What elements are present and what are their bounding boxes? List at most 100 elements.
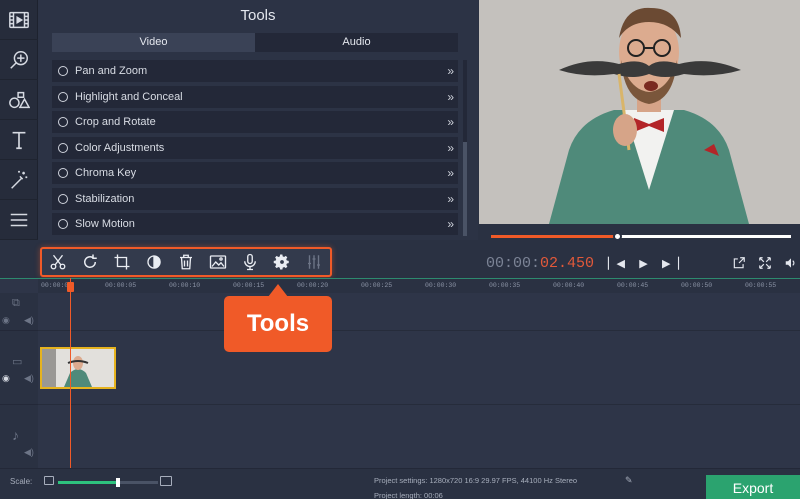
delete-button[interactable] xyxy=(170,249,202,275)
scale-slider-fill xyxy=(58,481,118,484)
project-length: Project length: 00:06 xyxy=(374,491,443,499)
rotate-button[interactable] xyxy=(74,249,106,275)
tab-audio[interactable]: Audio xyxy=(255,33,458,52)
scale-slider[interactable] xyxy=(58,478,158,487)
stickers-button[interactable] xyxy=(0,80,38,120)
clip-properties-button[interactable] xyxy=(266,249,298,275)
playhead[interactable] xyxy=(70,278,71,468)
ruler-tick-label: 00:00:10 xyxy=(169,282,201,289)
track-header-video: ▭ ◉ ◀) xyxy=(0,331,38,405)
eye-icon[interactable]: ◉ xyxy=(2,315,10,326)
transport-controls: ▏◀ ▶ ▶▕ xyxy=(605,253,682,273)
ruler-tick-label: 00:00:30 xyxy=(425,282,457,289)
list-item-chroma[interactable]: Chroma Key » xyxy=(52,162,458,184)
track-header-overlay: ⧉ ◉ ◀) xyxy=(0,293,38,331)
detach-preview-button[interactable] xyxy=(728,253,750,273)
fullscreen-button[interactable] xyxy=(754,253,776,273)
chevron-right-double-icon: » xyxy=(447,166,454,180)
previous-frame-button[interactable]: ▏◀ xyxy=(605,253,628,273)
crop-button[interactable] xyxy=(106,249,138,275)
timecode-elapsed-seconds: 02.450 xyxy=(540,255,595,272)
list-item-slow-motion[interactable]: Slow Motion » xyxy=(52,213,458,235)
ruler-tick-label: 00:00:15 xyxy=(233,282,265,289)
color-adjust-icon xyxy=(147,255,161,269)
toolbar-row: 00:00:02.450 ▏◀ ▶ ▶▕ xyxy=(0,244,800,278)
list-item-label: Crop and Rotate xyxy=(75,116,156,128)
eye-icon[interactable]: ◉ xyxy=(2,373,10,384)
scale-slider-knob[interactable] xyxy=(116,478,120,487)
tools-panel: Tools Video Audio Pan and Zoom » Highligh… xyxy=(38,0,478,240)
playback-knob[interactable] xyxy=(613,232,622,241)
filters-button[interactable] xyxy=(0,40,38,80)
track-header-audio: ♪ ◀) xyxy=(0,405,38,469)
zoom-plus-icon xyxy=(10,50,28,69)
fullscreen-icon xyxy=(759,257,771,269)
speaker-icon[interactable]: ◀) xyxy=(24,373,34,384)
playhead-handle[interactable] xyxy=(67,282,74,292)
titles-button[interactable] xyxy=(0,120,38,160)
play-button[interactable]: ▶ xyxy=(632,253,655,273)
export-button[interactable]: Export xyxy=(706,475,800,499)
trash-icon xyxy=(180,254,192,270)
edit-toolbar xyxy=(40,247,332,277)
rotate-icon xyxy=(84,254,97,268)
chevron-right-double-icon: » xyxy=(447,89,454,104)
audio-track[interactable] xyxy=(38,405,800,469)
audio-properties-button[interactable] xyxy=(298,249,330,275)
panel-tabs: Video Audio xyxy=(52,33,458,52)
ruler-tick-label: 00:00:55 xyxy=(745,282,777,289)
timeline[interactable]: 00:00:00 00:00:05 00:00:10 00:00:15 00:00:20… xyxy=(0,278,800,469)
image-icon xyxy=(209,255,227,269)
status-bar: Scale: Project settings: 1280x720 16:9 2… xyxy=(0,468,800,499)
scrollbar-thumb[interactable] xyxy=(463,142,467,236)
list-item-pan-zoom[interactable]: Pan and Zoom » xyxy=(52,60,458,82)
pencil-icon[interactable]: ✎ xyxy=(625,475,633,486)
list-item-crop-rotate[interactable]: Crop and Rotate » xyxy=(52,111,458,133)
list-item-label: Slow Motion xyxy=(75,218,135,230)
time-ruler[interactable]: 00:00:00 00:00:05 00:00:10 00:00:15 00:00:20… xyxy=(38,279,800,293)
video-track[interactable] xyxy=(38,331,800,405)
video-preview xyxy=(479,0,800,224)
panel-scrollbar[interactable] xyxy=(463,60,467,236)
zoom-out-icon[interactable] xyxy=(44,476,54,485)
cut-button[interactable] xyxy=(42,249,74,275)
video-track-icon: ▭ xyxy=(12,356,23,368)
tools-callout: Tools xyxy=(224,296,332,352)
sidebar xyxy=(0,0,38,240)
chevron-right-double-icon: » xyxy=(447,140,454,155)
ruler-tick-label: 00:00:35 xyxy=(489,282,521,289)
radio-icon xyxy=(58,142,68,153)
list-item-label: Highlight and Conceal xyxy=(75,90,183,103)
overlay-track[interactable] xyxy=(38,293,800,331)
radio-icon xyxy=(58,193,68,204)
list-item-highlight[interactable]: Highlight and Conceal » xyxy=(52,85,458,108)
chevron-right-double-icon: » xyxy=(447,217,454,231)
next-frame-button[interactable]: ▶▕ xyxy=(659,253,682,273)
transitions-button[interactable] xyxy=(0,160,38,200)
list-item-color[interactable]: Color Adjustments » xyxy=(52,136,458,159)
preview-image xyxy=(479,0,800,224)
ruler-tick-label: 00:00:05 xyxy=(105,282,137,289)
external-window-icon xyxy=(733,257,745,269)
record-audio-button[interactable] xyxy=(234,249,266,275)
clip-thumbnail xyxy=(42,349,114,387)
zoom-in-icon[interactable] xyxy=(160,476,172,486)
chevron-right-double-icon: » xyxy=(447,115,454,129)
list-item-label: Pan and Zoom xyxy=(75,65,148,77)
video-clip[interactable] xyxy=(40,347,116,389)
import-button[interactable] xyxy=(0,0,38,40)
ruler-tick-label: 00:00:50 xyxy=(681,282,713,289)
play-icon: ▶ xyxy=(639,257,648,270)
tab-video[interactable]: Video xyxy=(52,33,255,52)
speaker-icon[interactable]: ◀) xyxy=(24,315,34,326)
overlay-track-icon: ⧉ xyxy=(12,297,20,309)
radio-icon xyxy=(58,91,68,102)
volume-button[interactable] xyxy=(780,253,800,273)
list-item-stabilization[interactable]: Stabilization » xyxy=(52,187,458,210)
shapes-icon xyxy=(9,91,30,108)
image-button[interactable] xyxy=(202,249,234,275)
speaker-icon[interactable]: ◀) xyxy=(24,447,34,458)
more-tools-button[interactable] xyxy=(0,200,38,240)
color-adjust-button[interactable] xyxy=(138,249,170,275)
playback-progress[interactable] xyxy=(491,232,791,241)
